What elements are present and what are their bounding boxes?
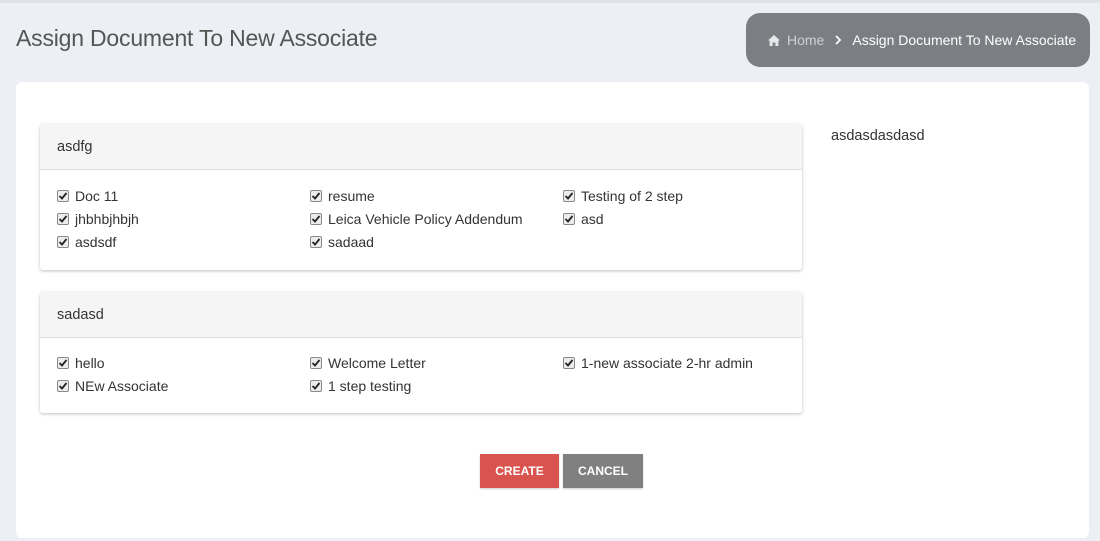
checkbox[interactable] — [57, 236, 69, 248]
main-card: asdfg Doc 11 resume Testing of 2 step jh… — [16, 82, 1089, 538]
document-checkbox-item[interactable]: NEw Associate — [57, 378, 168, 394]
group-title: asdfg — [40, 124, 802, 170]
chevron-right-icon — [834, 33, 842, 48]
document-checkbox-item[interactable]: sadaad — [310, 234, 374, 250]
document-label: Leica Vehicle Policy Addendum — [328, 211, 523, 227]
create-button[interactable]: CREATE — [480, 454, 559, 488]
checkbox[interactable] — [57, 190, 69, 202]
document-checkbox-item[interactable]: resume — [310, 188, 375, 204]
document-checkbox-item[interactable]: hello — [57, 355, 105, 371]
document-label: asdsdf — [75, 234, 117, 250]
document-label: Welcome Letter — [328, 355, 426, 371]
group-title: sadasd — [40, 292, 802, 338]
document-checkbox-item[interactable]: Leica Vehicle Policy Addendum — [310, 211, 523, 227]
checkbox[interactable] — [310, 213, 322, 225]
document-checkbox-item[interactable]: Doc 11 — [57, 188, 118, 204]
checkbox[interactable] — [310, 357, 322, 369]
document-label: 1 step testing — [328, 378, 412, 394]
page-title: Assign Document To New Associate — [16, 25, 378, 51]
document-checkbox-item[interactable]: 1-new associate 2-hr admin — [563, 355, 753, 371]
document-label: 1-new associate 2-hr admin — [581, 355, 753, 371]
document-label: Doc 11 — [75, 188, 119, 204]
document-label: jhbhbjhbjh — [75, 211, 139, 227]
document-label: NEw Associate — [75, 378, 169, 394]
document-label: sadaad — [328, 234, 374, 250]
checkbox[interactable] — [563, 190, 575, 202]
cancel-button[interactable]: CANCEL — [563, 454, 643, 488]
breadcrumb-home-link[interactable]: Home — [787, 32, 824, 48]
document-checkbox-item[interactable]: Welcome Letter — [310, 355, 426, 371]
document-checkbox-item[interactable]: Testing of 2 step — [563, 188, 683, 204]
home-icon[interactable] — [767, 34, 781, 47]
top-border — [0, 0, 1100, 3]
checkbox[interactable] — [563, 357, 575, 369]
document-group-panel: sadasd hello Welcome Letter 1-new associ… — [40, 292, 802, 413]
checkbox[interactable] — [563, 213, 575, 225]
breadcrumb-current: Assign Document To New Associate — [852, 32, 1077, 48]
checkbox[interactable] — [57, 380, 69, 392]
checkbox[interactable] — [57, 357, 69, 369]
document-checkbox-item[interactable]: asdsdf — [57, 234, 116, 250]
checkbox[interactable] — [310, 380, 322, 392]
checkbox[interactable] — [310, 236, 322, 248]
side-note: asdasdasdasd — [831, 128, 925, 144]
checkbox[interactable] — [310, 190, 322, 202]
checkbox[interactable] — [57, 213, 69, 225]
breadcrumb: Home Assign Document To New Associate — [746, 13, 1090, 67]
document-label: hello — [75, 355, 105, 371]
document-label: asd — [581, 211, 604, 227]
document-label: Testing of 2 step — [581, 188, 683, 204]
document-checkbox-item[interactable]: asd — [563, 211, 604, 227]
document-group-panel: asdfg Doc 11 resume Testing of 2 step jh… — [40, 124, 802, 270]
document-label: resume — [328, 188, 375, 204]
document-checkbox-item[interactable]: jhbhbjhbjh — [57, 211, 139, 227]
document-checkbox-item[interactable]: 1 step testing — [310, 378, 411, 394]
